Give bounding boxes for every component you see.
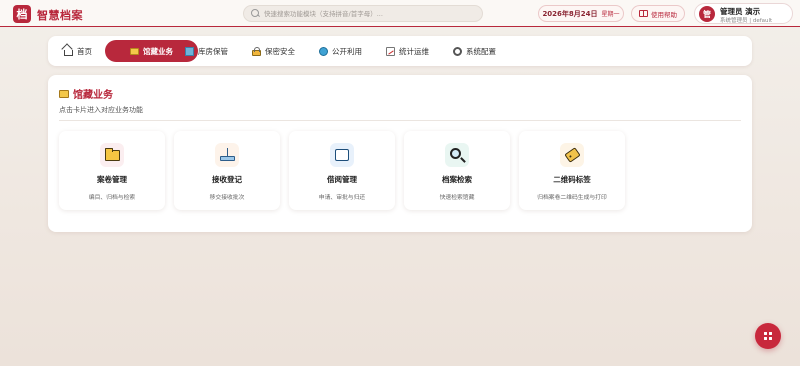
search-icon bbox=[251, 9, 260, 18]
tab-home[interactable]: 首页 bbox=[57, 40, 99, 62]
divider bbox=[59, 120, 741, 121]
card-qr-label[interactable]: 二维码标签 归档案卷二维码生成与打印 bbox=[519, 131, 625, 210]
weekday-text: 星期一 bbox=[601, 11, 620, 18]
tab-label: 系统配置 bbox=[466, 46, 496, 56]
user-menu[interactable]: 管 管理员 演示 系统管理员 | default bbox=[694, 3, 793, 24]
chart-icon bbox=[386, 46, 395, 56]
card-description: 移交接收批次 bbox=[209, 195, 245, 201]
building-icon bbox=[185, 46, 194, 56]
avatar: 管 bbox=[699, 6, 715, 22]
tab-label: 库房保管 bbox=[198, 46, 228, 56]
tab-label: 保密安全 bbox=[265, 46, 295, 56]
gear-icon bbox=[453, 46, 462, 56]
globe-icon bbox=[319, 46, 328, 56]
tab-system-config[interactable]: 系统配置 bbox=[446, 40, 503, 62]
card-title: 接收登记 bbox=[212, 175, 242, 184]
tab-security[interactable]: 保密安全 bbox=[245, 40, 302, 62]
search-input[interactable] bbox=[264, 9, 474, 18]
tab-storage[interactable]: 库房保管 bbox=[178, 40, 235, 62]
date-display: 2026年8月24日 星期一 bbox=[538, 5, 624, 22]
card-title: 借阅管理 bbox=[327, 175, 357, 184]
tablet-icon bbox=[335, 149, 349, 161]
folder-icon bbox=[104, 147, 120, 161]
folder-icon bbox=[59, 89, 69, 98]
card-receive-register[interactable]: 接收登记 移交接收批次 bbox=[174, 131, 280, 210]
home-icon bbox=[64, 49, 73, 56]
main-nav: 首页 馆藏业务 库房保管 保密安全 公开利用 统计运维 系统配置 bbox=[48, 36, 752, 66]
tab-public-use[interactable]: 公开利用 bbox=[312, 40, 369, 62]
card-archive-search[interactable]: 档案检索 快速检索馆藏 bbox=[404, 131, 510, 210]
card-title: 二维码标签 bbox=[553, 175, 591, 184]
card-file-management[interactable]: 案卷管理 编目、归档与检索 bbox=[59, 131, 165, 210]
card-icon-bg bbox=[330, 143, 354, 167]
top-header: 档 智慧档案 2026年8月24日 星期一 使用帮助 管 管理员 演示 系统管理… bbox=[0, 0, 800, 27]
grid-icon bbox=[763, 331, 773, 341]
inbox-icon bbox=[219, 148, 235, 161]
card-icon-bg bbox=[445, 143, 469, 167]
search-box[interactable] bbox=[243, 5, 483, 22]
app-logo[interactable]: 档 bbox=[13, 5, 31, 23]
card-icon-bg bbox=[215, 143, 239, 167]
section-description: 点击卡片进入对应业务功能 bbox=[59, 106, 143, 114]
card-description: 申请、审批与归还 bbox=[318, 195, 366, 201]
help-label: 使用帮助 bbox=[651, 10, 677, 19]
tab-statistics[interactable]: 统计运维 bbox=[379, 40, 436, 62]
book-icon bbox=[639, 10, 648, 17]
tab-label: 馆藏业务 bbox=[143, 46, 173, 56]
card-title: 档案检索 bbox=[442, 175, 472, 184]
section-title: 馆藏业务 bbox=[73, 90, 113, 101]
card-description: 快速检索馆藏 bbox=[439, 195, 475, 201]
quick-menu-button[interactable] bbox=[755, 323, 781, 349]
card-icon-bg bbox=[100, 143, 124, 167]
card-description: 归档案卷二维码生成与打印 bbox=[537, 195, 607, 201]
folder-icon bbox=[130, 47, 139, 55]
tag-icon bbox=[563, 147, 581, 163]
app-title[interactable]: 智慧档案 bbox=[37, 7, 83, 23]
tab-label: 公开利用 bbox=[332, 46, 362, 56]
card-icon-bg bbox=[560, 143, 584, 167]
tab-label: 首页 bbox=[77, 46, 92, 56]
card-description: 编目、归档与检索 bbox=[88, 195, 136, 201]
content-panel: 馆藏业务 点击卡片进入对应业务功能 案卷管理 编目、归档与检索 接收登记 移交接… bbox=[48, 75, 752, 232]
user-role: 系统管理员 | default bbox=[720, 18, 773, 24]
lock-icon bbox=[252, 46, 261, 56]
date-text: 2026年8月24日 bbox=[542, 9, 598, 18]
card-title: 案卷管理 bbox=[97, 175, 127, 184]
tab-label: 统计运维 bbox=[399, 46, 429, 56]
help-button[interactable]: 使用帮助 bbox=[631, 5, 685, 22]
magnifier-icon bbox=[450, 148, 461, 159]
card-borrow-management[interactable]: 借阅管理 申请、审批与归还 bbox=[289, 131, 395, 210]
section-header: 馆藏业务 bbox=[59, 86, 113, 101]
